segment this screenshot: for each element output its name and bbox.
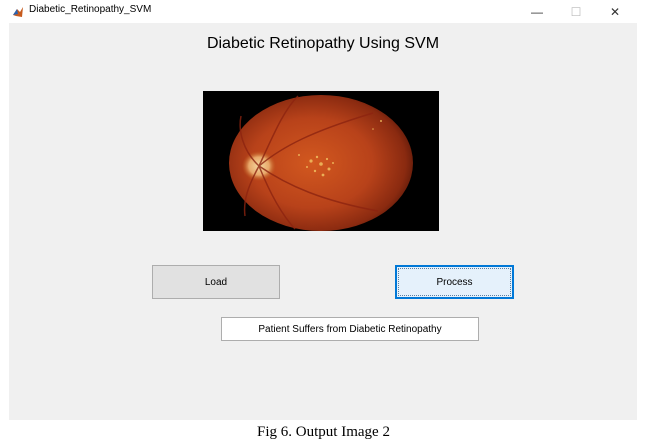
minimize-button[interactable]: — xyxy=(519,0,555,23)
process-button-label: Process xyxy=(436,276,473,288)
result-text-box: Patient Suffers from Diabetic Retinopath… xyxy=(221,317,479,341)
page: Diabetic_Retinopathy_SVM — ☐ ✕ Diabetic … xyxy=(0,0,647,444)
page-title: Diabetic Retinopathy Using SVM xyxy=(206,35,440,52)
process-button[interactable]: Process xyxy=(395,265,514,299)
result-text: Patient Suffers from Diabetic Retinopath… xyxy=(258,323,442,335)
window-title: Diabetic_Retinopathy_SVM xyxy=(29,4,152,15)
retina-image xyxy=(203,91,439,231)
load-button-label: Load xyxy=(204,276,228,288)
maximize-icon: ☐ xyxy=(570,4,582,19)
app-window: Diabetic_Retinopathy_SVM — ☐ ✕ Diabetic … xyxy=(9,0,637,420)
matlab-icon xyxy=(12,5,24,17)
close-button[interactable]: ✕ xyxy=(597,0,633,23)
close-icon: ✕ xyxy=(609,4,621,19)
maximize-button[interactable]: ☐ xyxy=(558,0,594,23)
minimize-icon: — xyxy=(531,4,543,19)
figure-caption: Fig 6. Output Image 2 xyxy=(257,424,390,440)
title-bar[interactable]: Diabetic_Retinopathy_SVM — ☐ ✕ xyxy=(9,0,637,23)
load-button[interactable]: Load xyxy=(152,265,280,299)
